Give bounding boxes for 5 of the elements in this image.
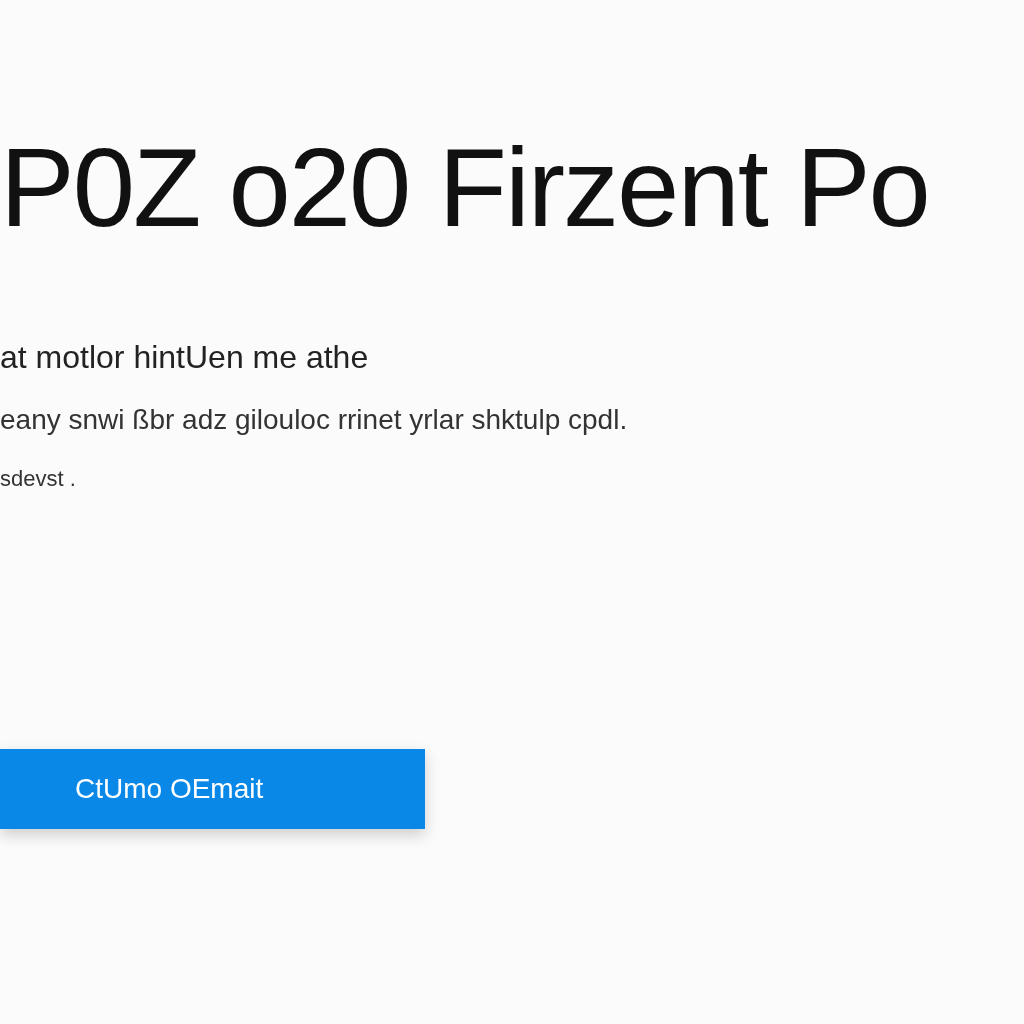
primary-button[interactable]: CtUmo OEmait: [0, 749, 425, 829]
paragraph-line: at motlor hintUen me athe: [0, 338, 369, 376]
paragraph-line: sdevst .: [0, 465, 76, 493]
page-heading: P0Z o20 Firzent Po: [0, 124, 929, 252]
paragraph-line: eany snwi ßbr adz gilouloc rrinet yrlar shktulp cpdl.: [0, 403, 628, 437]
